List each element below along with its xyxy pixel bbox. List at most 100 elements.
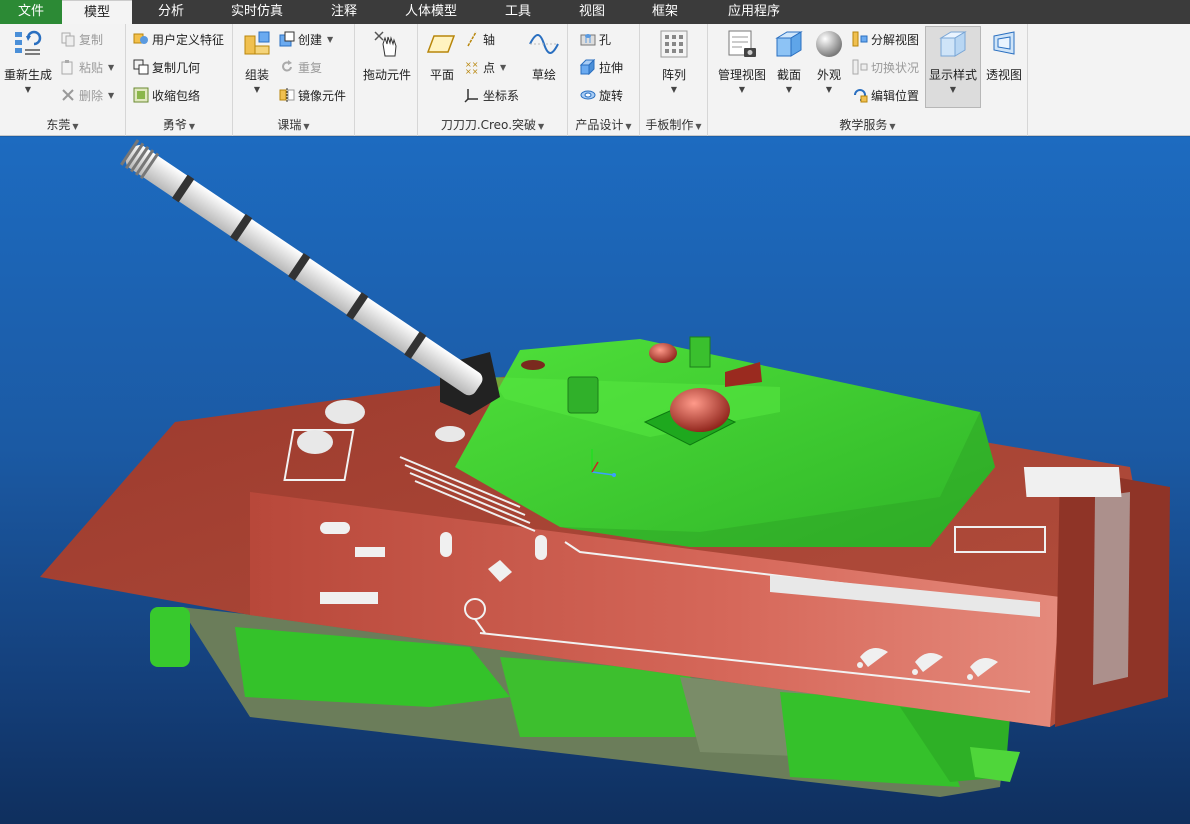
group-teaching-service: 管理视图 ▼ 截面 ▼ 外观 ▼ 分解视图 切换状况 编辑位置 显示样式 ▼ 透… (708, 24, 1028, 136)
delete-label: 删除 (79, 88, 104, 103)
drag-component-button[interactable]: 拖动元件 (358, 28, 416, 83)
extrude-icon (579, 58, 596, 76)
menu-file[interactable]: 文件 (0, 0, 62, 24)
revolve-icon (580, 87, 596, 103)
toggle-state-label: 切换状况 (871, 60, 920, 75)
axis-button[interactable]: 轴 (464, 28, 495, 50)
paste-label: 粘贴 (79, 60, 104, 75)
explode-view-button[interactable]: 分解视图 (852, 28, 919, 50)
mirror-component-button[interactable]: 镜像元件 (279, 84, 346, 106)
regenerate-label: 重新生成 (3, 68, 52, 82)
menu-human-model[interactable]: 人体模型 (384, 0, 478, 24)
graphics-viewport[interactable] (0, 137, 1190, 824)
assemble-dropdown-icon[interactable]: ▼ (237, 85, 277, 95)
group-label-prototype[interactable]: 手板制作 ▼ (640, 117, 707, 133)
menu-annotation[interactable]: 注释 (304, 0, 384, 24)
csys-button[interactable]: 坐标系 (464, 84, 519, 106)
copy-geometry-button[interactable]: 复制几何 (133, 56, 200, 78)
menu-applications[interactable]: 应用程序 (704, 0, 804, 24)
toggle-state-icon (852, 59, 868, 75)
user-feature-icon (133, 31, 149, 47)
menu-model[interactable]: 模型 (62, 0, 132, 24)
extrude-button[interactable]: 拉伸 (579, 56, 624, 78)
sketch-button[interactable]: 草绘 (524, 28, 564, 83)
regenerate-button[interactable]: 重新生成 ▼ (2, 28, 54, 95)
group-label-yongye[interactable]: 勇爷 ▼ (126, 117, 232, 133)
shrinkwrap-button[interactable]: 收缩包络 (133, 84, 200, 106)
point-button[interactable]: ×× ×× 点 ▼ (464, 56, 506, 78)
plane-button[interactable]: 平面 (422, 28, 462, 83)
display-style-icon (937, 28, 969, 60)
mirror-label: 镜像元件 (298, 88, 347, 103)
regenerate-dropdown-icon[interactable]: ▼ (2, 85, 54, 95)
section-dropdown-icon[interactable]: ▼ (772, 85, 806, 95)
menu-analysis[interactable]: 分析 (132, 0, 210, 24)
group-label-kerui[interactable]: 课瑞 ▼ (233, 117, 354, 133)
pattern-dropdown-icon[interactable]: ▼ (654, 85, 694, 95)
copy-button[interactable]: 复制 (60, 28, 103, 50)
shrinkwrap-label: 收缩包络 (152, 88, 201, 103)
section-label: 截面 (776, 68, 801, 82)
group-creo: 平面 轴 ×× ×× 点 ▼ 坐标系 草绘 刀刀刀.Creo.突破 ▼ (418, 24, 568, 136)
display-style-button[interactable]: 显示样式 ▼ (926, 28, 980, 95)
assemble-button[interactable]: 组装 ▼ (237, 28, 277, 95)
user-defined-feature-button[interactable]: 用户定义特征 (133, 28, 224, 50)
edit-position-button[interactable]: 编辑位置 (852, 84, 919, 106)
hole-button[interactable]: 孔 (580, 28, 611, 50)
toggle-state-button[interactable]: 切换状况 (852, 56, 919, 78)
group-drag: 拖动元件 (355, 24, 418, 136)
perspective-label: 透视图 (985, 68, 1022, 82)
pattern-label: 阵列 (661, 68, 686, 82)
group-label-dongguan[interactable]: 东莞 ▼ (0, 117, 125, 133)
manage-views-button[interactable]: 管理视图 ▼ (712, 28, 772, 95)
group-kerui: 组装 ▼ 创建 ▼ 重复 镜像元件 课瑞 ▼ (233, 24, 355, 136)
paste-button[interactable]: 粘贴 ▼ (60, 56, 114, 78)
sketch-label: 草绘 (531, 68, 556, 82)
menu-framework[interactable]: 框架 (626, 0, 704, 24)
csys-label: 坐标系 (483, 88, 520, 103)
create-button[interactable]: 创建 ▼ (279, 28, 333, 50)
create-icon (279, 31, 295, 47)
group-dongguan: 重新生成 ▼ 复制 粘贴 ▼ 删除 ▼ 东莞 ▼ (0, 24, 126, 136)
explode-view-label: 分解视图 (871, 32, 920, 47)
display-style-dropdown-icon[interactable]: ▼ (926, 85, 980, 95)
group-label-teaching-service[interactable]: 教学服务 ▼ (708, 117, 1027, 133)
menu-tools[interactable]: 工具 (478, 0, 558, 24)
assemble-label: 组装 (244, 68, 269, 82)
group-yongye: 用户定义特征 复制几何 收缩包络 勇爷 ▼ (126, 24, 233, 136)
group-label-product-design[interactable]: 产品设计 ▼ (568, 117, 639, 133)
menu-simulation[interactable]: 实时仿真 (210, 0, 304, 24)
tank-model[interactable] (0, 137, 1190, 824)
revolve-label: 旋转 (599, 88, 624, 103)
menu-bar: 文件 模型 分析 实时仿真 注释 人体模型 工具 视图 框架 应用程序 (0, 0, 1190, 24)
display-style-label: 显示样式 (928, 68, 977, 82)
repeat-label: 重复 (298, 60, 323, 75)
copy-icon (60, 31, 76, 47)
delete-button[interactable]: 删除 ▼ (60, 84, 114, 106)
repeat-icon (279, 59, 295, 75)
section-button[interactable]: 截面 ▼ (772, 28, 806, 95)
pattern-icon (658, 28, 690, 60)
plane-icon (426, 28, 458, 60)
paste-icon (60, 59, 76, 75)
repeat-button[interactable]: 重复 (279, 56, 322, 78)
menu-view[interactable]: 视图 (558, 0, 626, 24)
point-label: 点 (483, 60, 496, 75)
extrude-label: 拉伸 (599, 60, 624, 75)
plane-label: 平面 (429, 68, 454, 82)
manage-views-dropdown-icon[interactable]: ▼ (712, 85, 772, 95)
copy-geometry-icon (133, 59, 149, 75)
mirror-icon (279, 87, 295, 103)
ribbon: 重新生成 ▼ 复制 粘贴 ▼ 删除 ▼ 东莞 ▼ 用户定义特征 复制几何 收缩包络 (0, 24, 1190, 136)
appearance-dropdown-icon[interactable]: ▼ (812, 85, 846, 95)
perspective-icon (988, 28, 1020, 60)
appearance-button[interactable]: 外观 ▼ (812, 28, 846, 95)
group-label-creo[interactable]: 刀刀刀.Creo.突破 ▼ (418, 117, 567, 133)
revolve-button[interactable]: 旋转 (580, 84, 623, 106)
axis-label: 轴 (483, 32, 496, 47)
perspective-button[interactable]: 透视图 (984, 28, 1024, 83)
group-product-design: 孔 拉伸 旋转 产品设计 ▼ (568, 24, 640, 136)
pattern-button[interactable]: 阵列 ▼ (654, 28, 694, 95)
hole-label: 孔 (599, 32, 612, 47)
explode-view-icon (852, 31, 868, 47)
